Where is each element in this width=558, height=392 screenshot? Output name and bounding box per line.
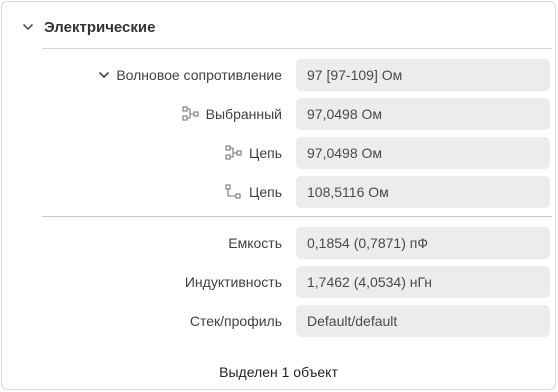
property-row-net: Цепь 97,0498 Ом (42, 137, 554, 169)
property-row-stackup: Стек/профиль Default/default (42, 305, 554, 337)
property-value-field[interactable]: 97,0498 Ом (296, 98, 550, 130)
property-value-field[interactable]: 1,7462 (4,0534) нГн (296, 266, 550, 298)
group-divider (42, 216, 552, 217)
property-value-field[interactable]: 108,5116 Ом (296, 176, 550, 208)
chevron-down-icon[interactable] (98, 69, 110, 81)
section-header-electrical[interactable]: Электрические (22, 16, 155, 38)
chevron-down-icon[interactable] (22, 21, 34, 33)
property-label: Емкость (228, 235, 282, 251)
property-row-impedance: Волновое сопротивление 97 [97-109] Ом (42, 59, 554, 91)
properties-panel: Электрические Волновое сопротивление 97 … (1, 1, 556, 390)
property-label: Волновое сопротивление (116, 67, 282, 83)
property-row-capacitance: Емкость 0,1854 (0,7871) пФ (42, 227, 554, 259)
property-value-field[interactable]: Default/default (296, 305, 550, 337)
property-value-field[interactable]: 0,1854 (0,7871) пФ (296, 227, 550, 259)
property-label: Стек/профиль (189, 313, 282, 329)
section-title: Электрические (44, 18, 156, 36)
property-row-inductance: Индуктивность 1,7462 (4,0534) нГн (42, 266, 554, 298)
property-value-field[interactable]: 97 [97-109] Ом (296, 59, 550, 91)
property-value-field[interactable]: 97,0498 Ом (296, 137, 550, 169)
property-row-net-2: Цепь 108,5116 Ом (42, 176, 554, 208)
property-label: Выбранный (205, 106, 282, 122)
selection-status: Выделен 1 объект (219, 364, 338, 380)
net-tree-icon (225, 145, 243, 161)
section-divider (42, 48, 552, 49)
property-row-selected: Выбранный 97,0498 Ом (42, 98, 554, 130)
net-link-icon (225, 184, 243, 200)
property-label: Цепь (248, 145, 282, 161)
property-label: Индуктивность (184, 274, 282, 290)
net-tree-icon (182, 106, 200, 122)
property-label: Цепь (248, 184, 282, 200)
